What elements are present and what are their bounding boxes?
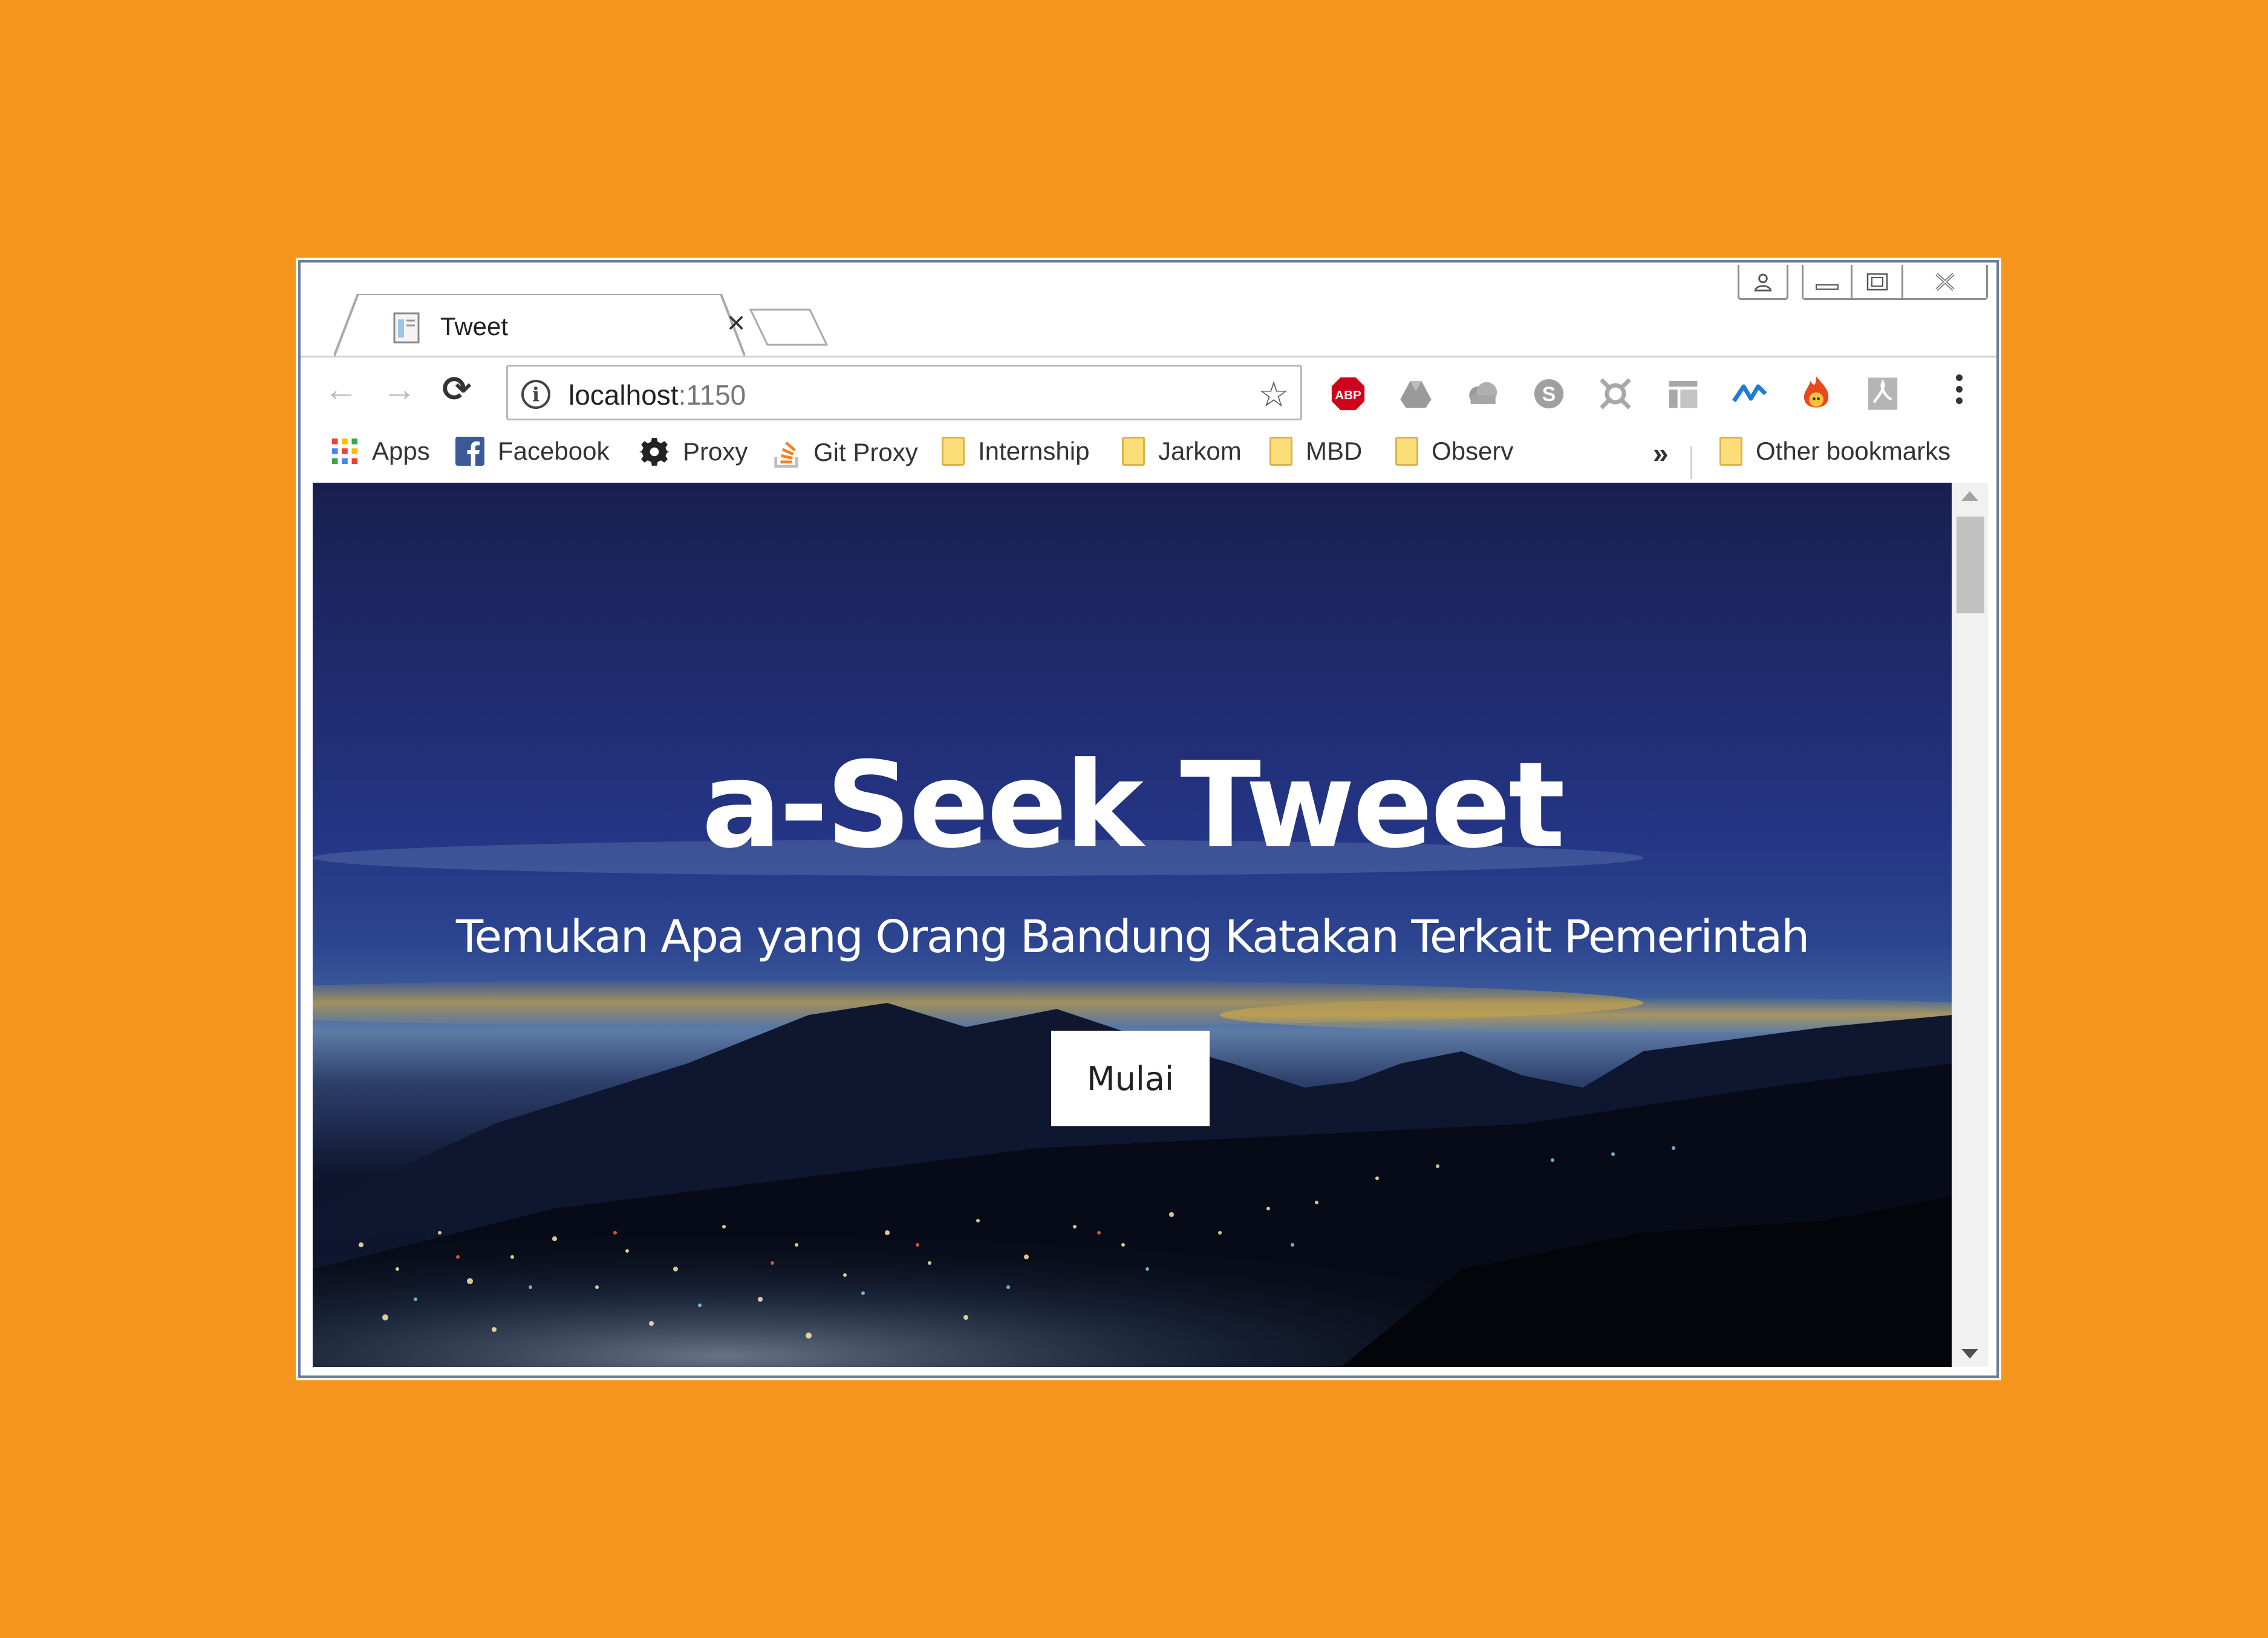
scroll-up-icon[interactable] xyxy=(1961,491,1978,501)
scroll-down-icon[interactable] xyxy=(1961,1349,1978,1359)
folder-icon xyxy=(1269,437,1292,466)
pdf-icon[interactable] xyxy=(1863,374,1902,413)
tab-tweet[interactable]: Tweet × xyxy=(334,294,745,357)
url-text[interactable]: localhost:1150 xyxy=(569,379,746,411)
bookmark-label: Apps xyxy=(372,437,430,465)
browser-toolbar: ← → ⟳ i localhost:1150 ☆ ABP S xyxy=(301,356,1996,420)
folder-icon xyxy=(942,437,965,466)
google-drive-icon[interactable] xyxy=(1396,374,1435,413)
adblock-plus-icon[interactable]: ABP xyxy=(1329,374,1367,413)
close-icon[interactable] xyxy=(1903,265,1988,300)
hero-title: a-Seek Tweet xyxy=(701,737,1565,875)
bookmark-star-icon[interactable]: ☆ xyxy=(1258,374,1289,415)
folder-icon xyxy=(1719,437,1742,466)
bookmark-label: Internship xyxy=(978,437,1090,465)
stack-icon xyxy=(774,442,798,468)
apps-grid-icon xyxy=(331,438,358,465)
abp-label: ABP xyxy=(1335,388,1361,402)
vertical-scrollbar[interactable] xyxy=(1952,483,1988,1367)
wave-icon[interactable] xyxy=(1730,374,1769,413)
bookmark-label: Jarkom xyxy=(1158,437,1242,465)
tab-close-icon[interactable]: × xyxy=(727,307,745,339)
bookmark-proxy[interactable]: Proxy xyxy=(639,437,748,467)
restore-icon[interactable] xyxy=(1853,265,1903,300)
bookmark-git-proxy[interactable]: Git Proxy xyxy=(772,437,918,468)
info-icon[interactable]: i xyxy=(521,380,550,409)
url-host: localhost xyxy=(569,379,679,411)
bookmark-apps[interactable]: Apps xyxy=(331,437,430,466)
bookmark-label: Git Proxy xyxy=(813,438,918,466)
bookmark-other[interactable]: Other bookmarks xyxy=(1719,437,1950,466)
cloud-icon[interactable] xyxy=(1463,374,1502,413)
bookmarks-separator xyxy=(1690,446,1692,479)
layout-icon[interactable] xyxy=(1664,374,1703,413)
bookmark-label: MBD xyxy=(1306,437,1363,465)
bookmarks-bar: Apps Facebook Proxy Git Proxy Internship… xyxy=(301,421,1996,479)
minimize-icon[interactable] xyxy=(1802,265,1853,300)
folder-icon xyxy=(1122,437,1145,466)
address-bar[interactable]: i localhost:1150 ☆ xyxy=(506,365,1302,420)
menu-icon[interactable] xyxy=(1953,374,1965,404)
title-bar: Tweet × xyxy=(301,263,1996,357)
bookmarks-overflow-button[interactable]: » xyxy=(1653,437,1669,469)
page-icon xyxy=(393,312,420,344)
bookmark-mbd[interactable]: MBD xyxy=(1269,437,1362,466)
hero-subtitle: Temukan Apa yang Orang Bandung Katakan T… xyxy=(455,911,1810,963)
gear-icon xyxy=(639,438,670,466)
reload-button[interactable]: ⟳ xyxy=(442,372,472,407)
bookmark-label: Proxy xyxy=(683,437,748,466)
folder-icon xyxy=(1395,437,1418,466)
window-controls xyxy=(1738,265,1988,300)
facebook-icon xyxy=(455,437,484,466)
profile-icon[interactable] xyxy=(1738,265,1788,300)
svg-text:S: S xyxy=(1542,383,1556,406)
scroll-thumb[interactable] xyxy=(1957,517,1984,613)
back-button[interactable]: ← xyxy=(324,372,359,407)
extension-icon[interactable] xyxy=(1596,374,1635,413)
url-port: :1150 xyxy=(678,379,746,411)
bookmark-jarkom[interactable]: Jarkom xyxy=(1122,437,1242,466)
bookmark-observ[interactable]: Observ xyxy=(1395,437,1513,466)
skype-icon[interactable]: S xyxy=(1530,374,1568,413)
bookmark-facebook[interactable]: Facebook xyxy=(455,437,609,466)
page-content: a-Seek Tweet Temukan Apa yang Orang Band… xyxy=(313,483,1952,1367)
bookmark-label: Observ xyxy=(1432,437,1514,465)
new-tab-button[interactable] xyxy=(749,308,828,346)
start-button[interactable]: Mulai xyxy=(1051,1031,1210,1126)
forward-button[interactable]: → xyxy=(382,372,417,407)
flame-icon[interactable] xyxy=(1797,374,1836,413)
browser-window: Tweet × ← → ⟳ i localhost:1150 ☆ ABP S A… xyxy=(298,260,1999,1378)
bookmark-label: Other bookmarks xyxy=(1756,437,1951,465)
tab-title: Tweet xyxy=(440,312,509,341)
bookmark-internship[interactable]: Internship xyxy=(942,437,1089,466)
bookmark-label: Facebook xyxy=(498,437,610,465)
